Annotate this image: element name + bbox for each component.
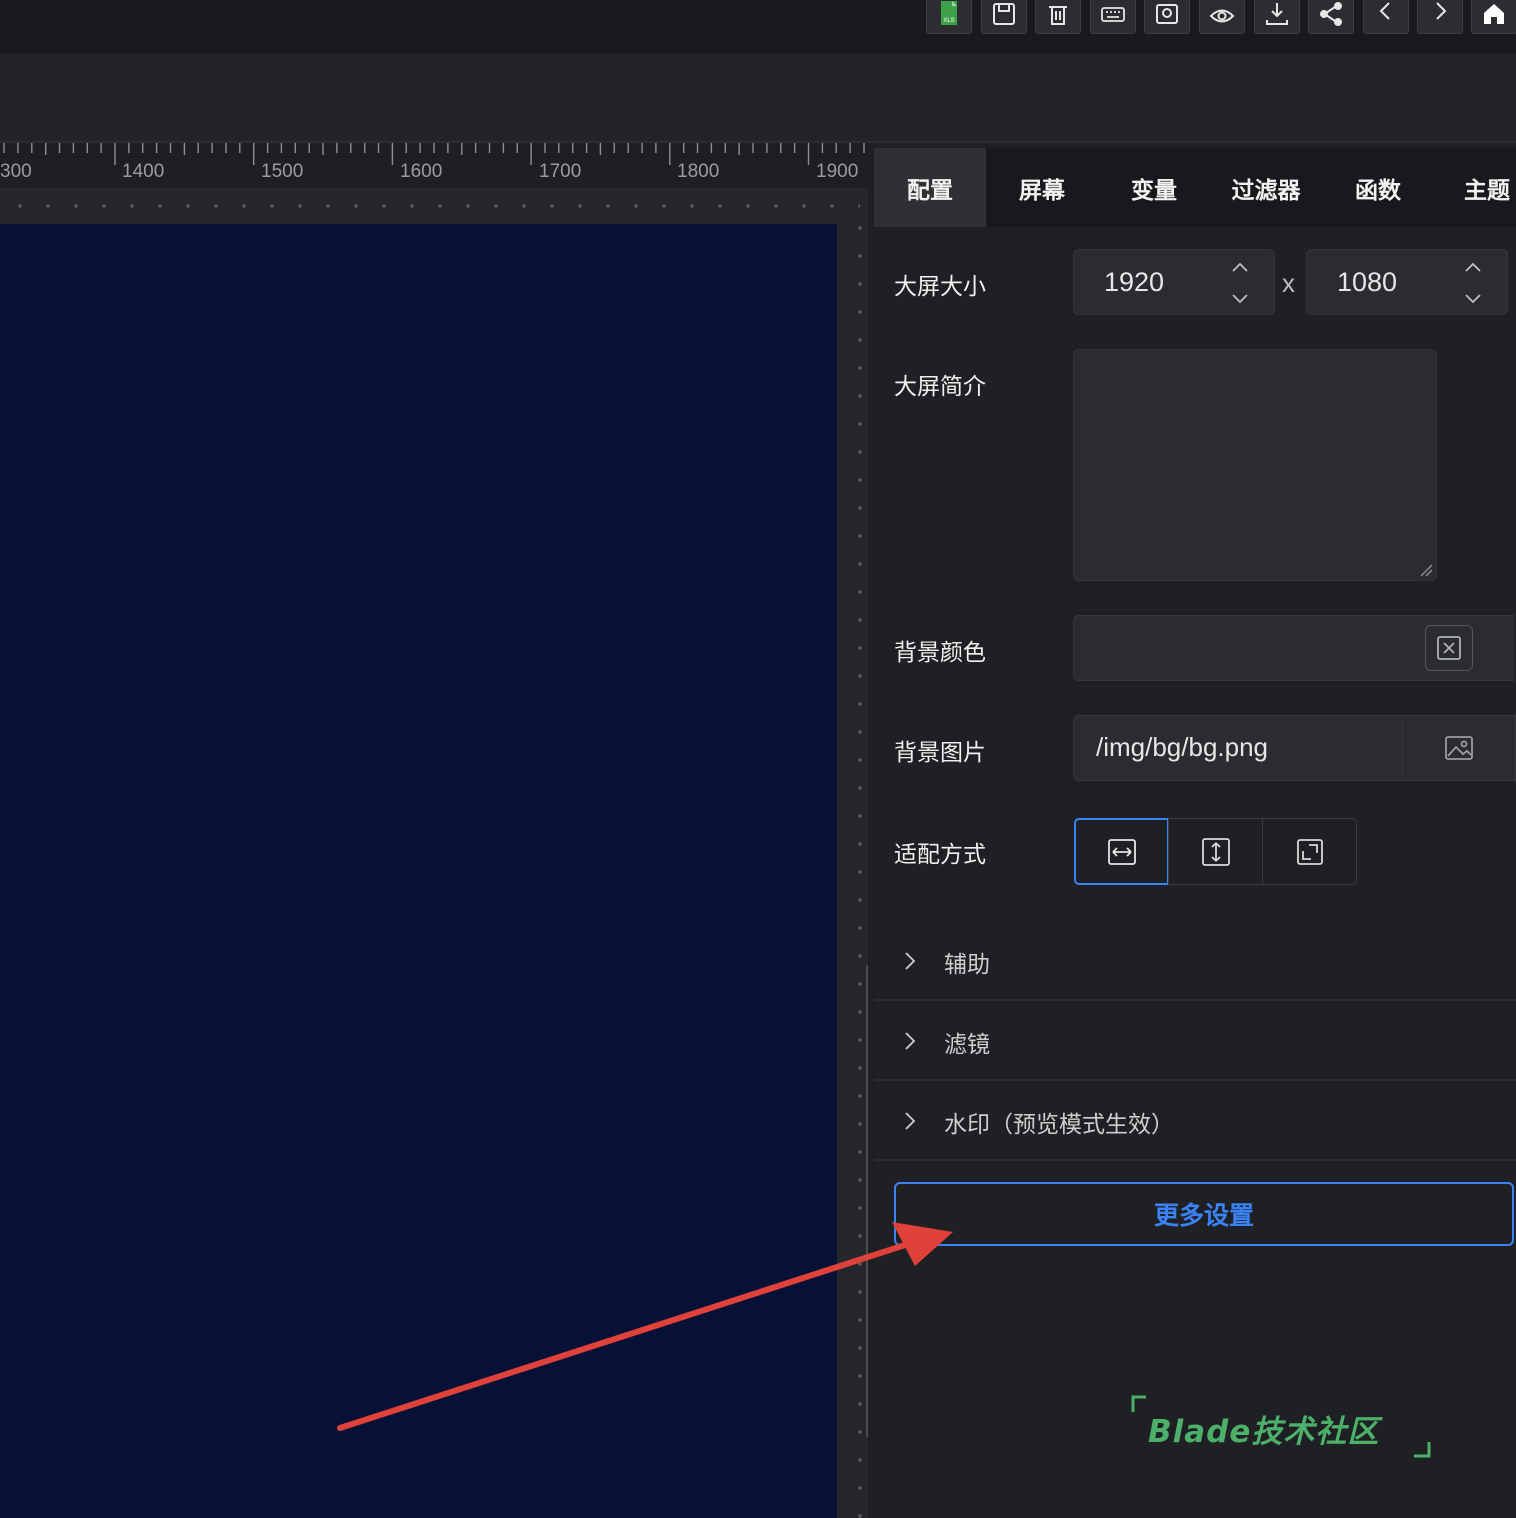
screen-stage[interactable] <box>0 224 837 1518</box>
tab-theme[interactable]: 主题 <box>1434 148 1516 227</box>
app-root: XLS 300 1400 1500 1600 1700 1800 1900 配置… <box>0 0 1516 1518</box>
more-settings-button[interactable]: 更多设置 <box>894 1182 1514 1246</box>
watermark-logo: Blade技术社区 <box>1130 1394 1432 1460</box>
color-picker-clear-icon[interactable] <box>1425 625 1473 671</box>
intro-label: 大屏简介 <box>894 374 986 400</box>
width-input[interactable]: 1920 <box>1073 249 1275 315</box>
tab-filters[interactable]: 过滤器 <box>1210 148 1322 227</box>
bg-color-label: 背景颜色 <box>894 640 986 666</box>
tab-screen[interactable]: 屏幕 <box>986 148 1098 227</box>
tab-functions[interactable]: 函数 <box>1322 148 1434 227</box>
height-value: 1080 <box>1337 267 1398 297</box>
intro-textarea[interactable] <box>1073 349 1437 581</box>
width-value: 1920 <box>1104 267 1165 297</box>
ruler-label: 1700 <box>539 161 582 182</box>
share-icon[interactable] <box>1308 0 1354 34</box>
tab-config[interactable]: 配置 <box>874 148 986 227</box>
screenshot-icon[interactable] <box>1144 0 1190 34</box>
chevron-down-icon[interactable] <box>1463 288 1483 308</box>
save-icon[interactable] <box>981 0 1027 34</box>
image-picker-icon[interactable] <box>1402 715 1516 781</box>
ruler-label: 1900 <box>816 161 859 182</box>
xls-badge: XLS <box>943 18 954 24</box>
canvas-grid-dots <box>0 192 860 222</box>
fit-width-icon[interactable] <box>1074 818 1169 885</box>
home-icon[interactable] <box>1471 0 1516 34</box>
collapse-label: 水印（预览模式生效） <box>944 1112 1174 1138</box>
size-label: 大屏大小 <box>894 274 986 300</box>
watermark-text: Blade技术社区 <box>1148 1414 1380 1450</box>
resize-handle-icon[interactable] <box>1419 563 1433 577</box>
vertical-scrollbar[interactable] <box>866 965 872 1437</box>
ruler-label: 1800 <box>677 161 720 182</box>
bg-image-label: 背景图片 <box>894 740 986 766</box>
keyboard-icon[interactable] <box>1090 0 1136 34</box>
collapse-label: 辅助 <box>944 952 990 978</box>
collapse-watermark[interactable]: 水印（预览模式生效） <box>874 1081 1516 1161</box>
download-icon[interactable] <box>1254 0 1300 34</box>
delete-icon[interactable] <box>1035 0 1081 34</box>
collapse-assist[interactable]: 辅助 <box>874 921 1516 1001</box>
chevron-down-icon[interactable] <box>1230 288 1250 308</box>
preview-eye-icon[interactable] <box>1199 0 1245 34</box>
size-times: x <box>1282 268 1295 298</box>
ruler-label: 1500 <box>261 161 304 182</box>
fit-label: 适配方式 <box>894 842 986 868</box>
redo-icon[interactable] <box>1417 0 1463 34</box>
ruler-label: 300 <box>0 161 32 182</box>
chevron-up-icon[interactable] <box>1230 258 1250 278</box>
ruler-label: 1400 <box>122 161 165 182</box>
collapse-filter[interactable]: 滤镜 <box>874 1001 1516 1081</box>
fit-height-icon[interactable] <box>1168 818 1263 885</box>
bg-image-value: /img/bg/bg.png <box>1096 732 1269 762</box>
tab-variables[interactable]: 变量 <box>1098 148 1210 227</box>
xls-export-icon[interactable]: XLS <box>926 0 972 34</box>
sub-toolbar <box>0 53 1516 143</box>
height-input[interactable]: 1080 <box>1306 249 1508 315</box>
fit-full-icon[interactable] <box>1262 818 1357 885</box>
ruler-label: 1600 <box>400 161 443 182</box>
chevron-up-icon[interactable] <box>1463 258 1483 278</box>
chevron-right-icon <box>905 952 916 970</box>
collapse-label: 滤镜 <box>944 1032 990 1058</box>
undo-icon[interactable] <box>1363 0 1409 34</box>
chevron-right-icon <box>905 1032 916 1050</box>
chevron-right-icon <box>905 1112 916 1130</box>
